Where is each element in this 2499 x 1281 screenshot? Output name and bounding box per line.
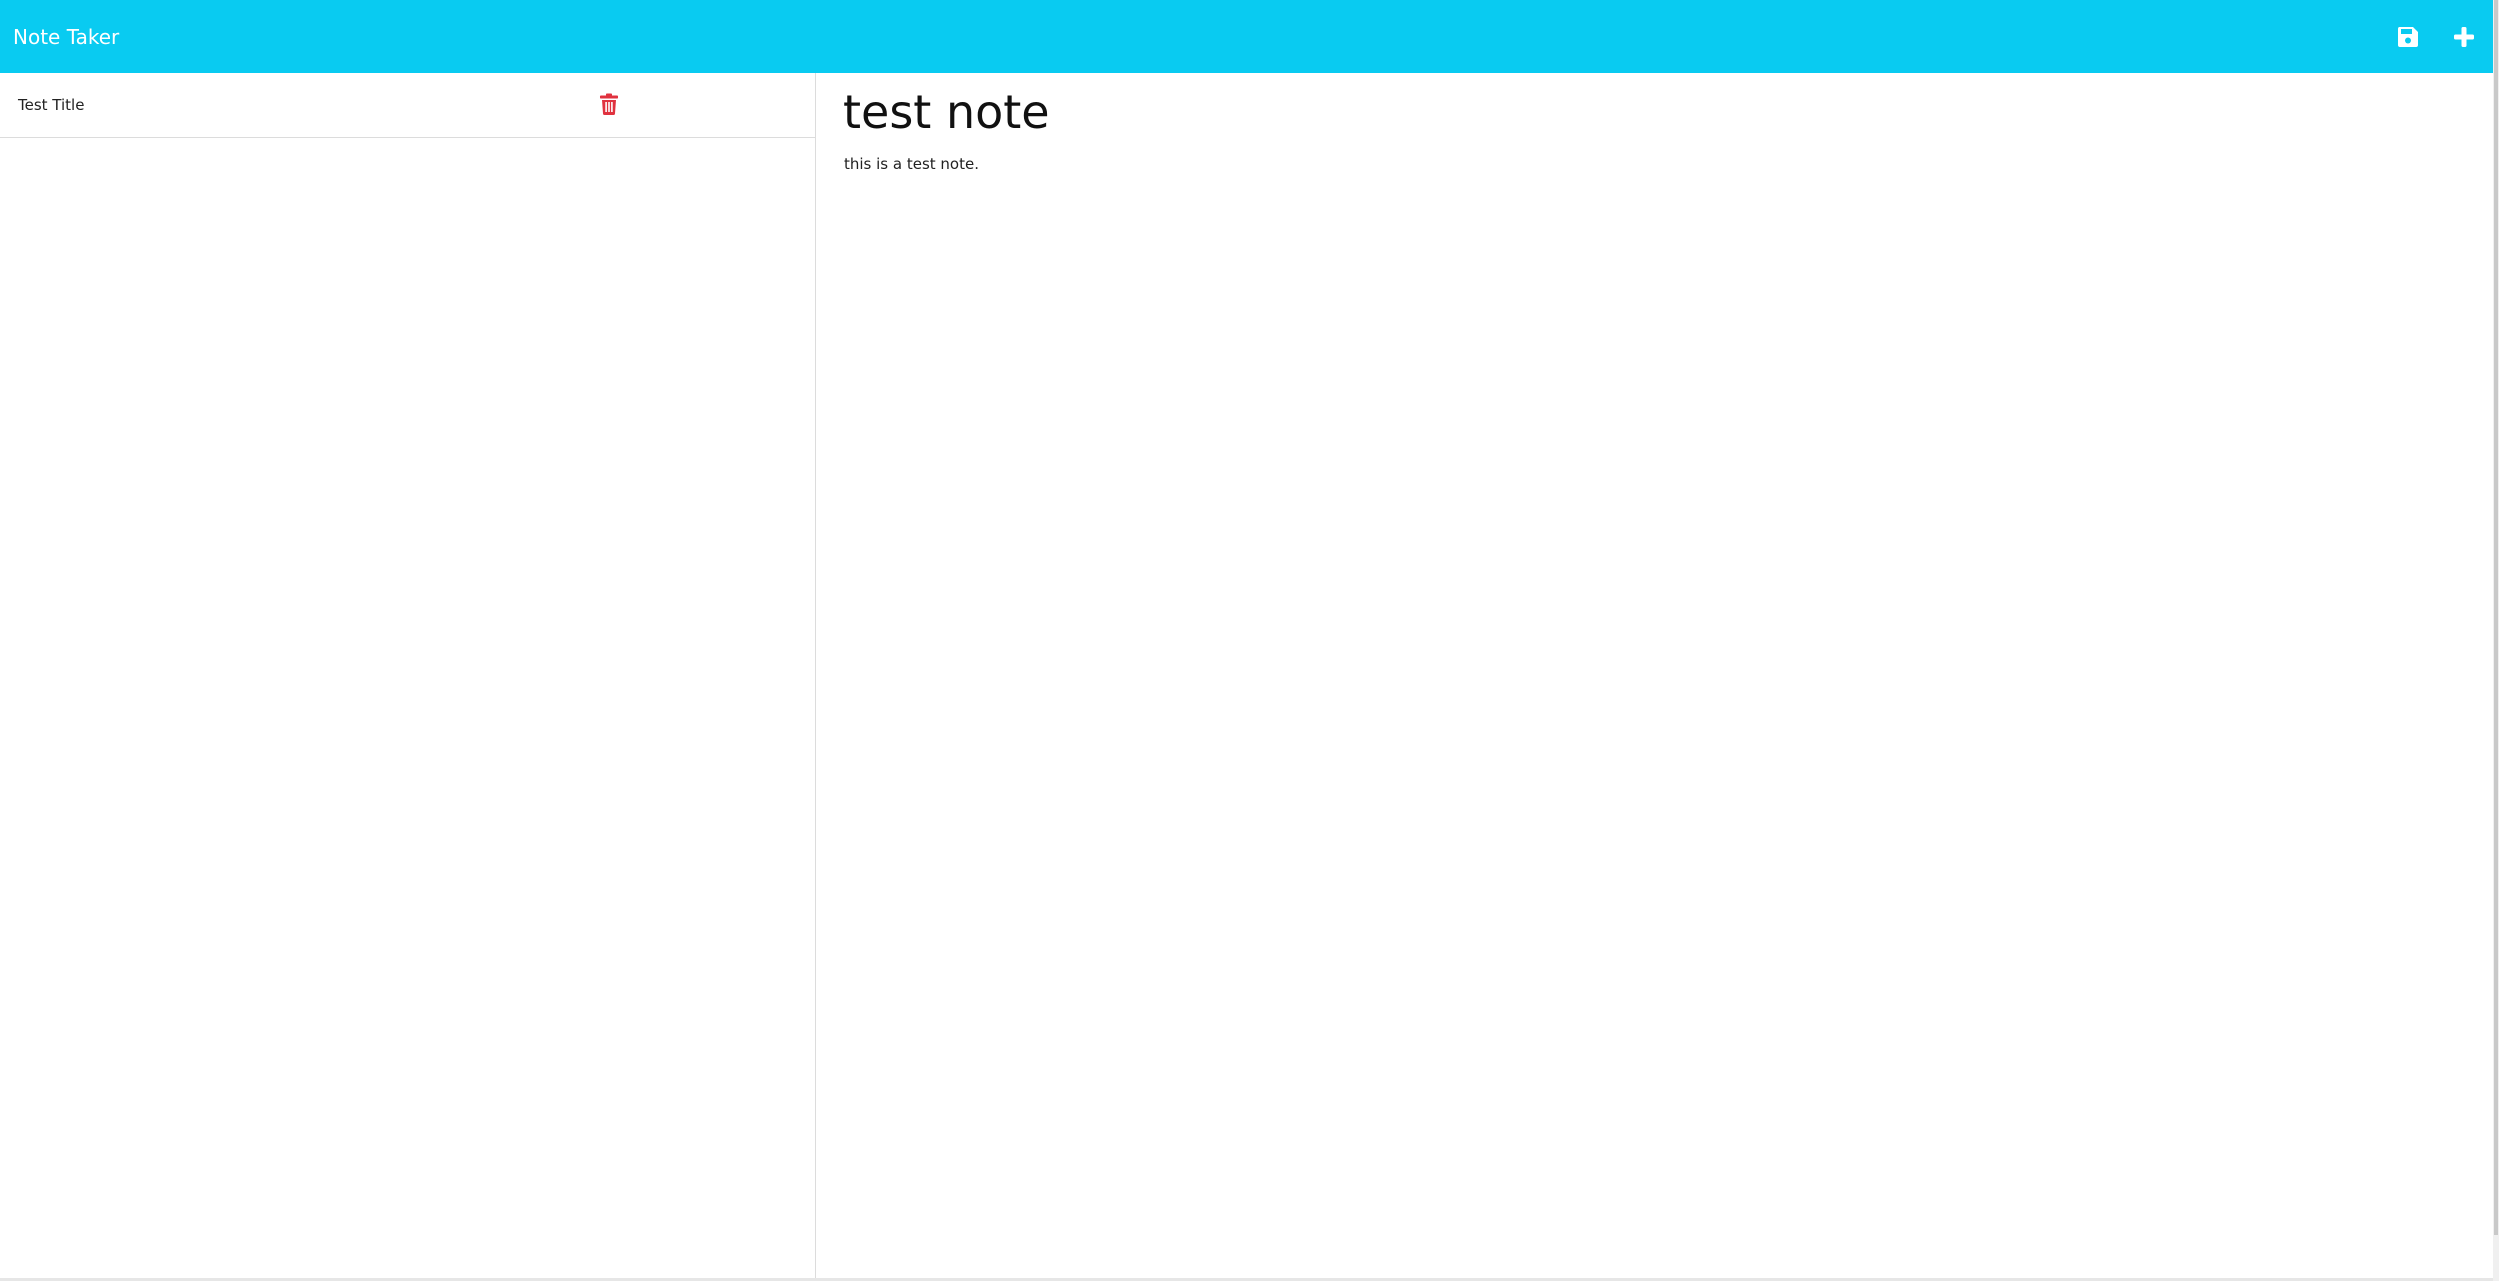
delete-note-button[interactable]	[599, 93, 619, 115]
note-list-item[interactable]: Test Title	[0, 73, 815, 138]
app-title[interactable]: Note Taker	[13, 25, 119, 49]
note-list-item-title[interactable]: Test Title	[18, 96, 84, 114]
note-editor: test note this is a test note.	[816, 73, 2493, 1278]
toolbar-actions	[2393, 22, 2479, 52]
page-scrollbar[interactable]	[2493, 0, 2499, 1281]
scrollbar-thumb[interactable]	[2494, 0, 2498, 1235]
note-title[interactable]: test note	[843, 85, 1050, 139]
trash-icon	[600, 93, 618, 115]
plus-icon	[2454, 26, 2474, 47]
note-taker-page: Note Taker Test Title test note this is …	[0, 0, 2499, 1281]
save-icon	[2397, 26, 2418, 47]
new-note-button[interactable]	[2449, 22, 2479, 52]
note-text[interactable]: this is a test note.	[844, 155, 979, 173]
save-note-button[interactable]	[2393, 22, 2423, 52]
top-navbar: Note Taker	[0, 0, 2493, 73]
note-list-sidebar: Test Title	[0, 73, 816, 1278]
